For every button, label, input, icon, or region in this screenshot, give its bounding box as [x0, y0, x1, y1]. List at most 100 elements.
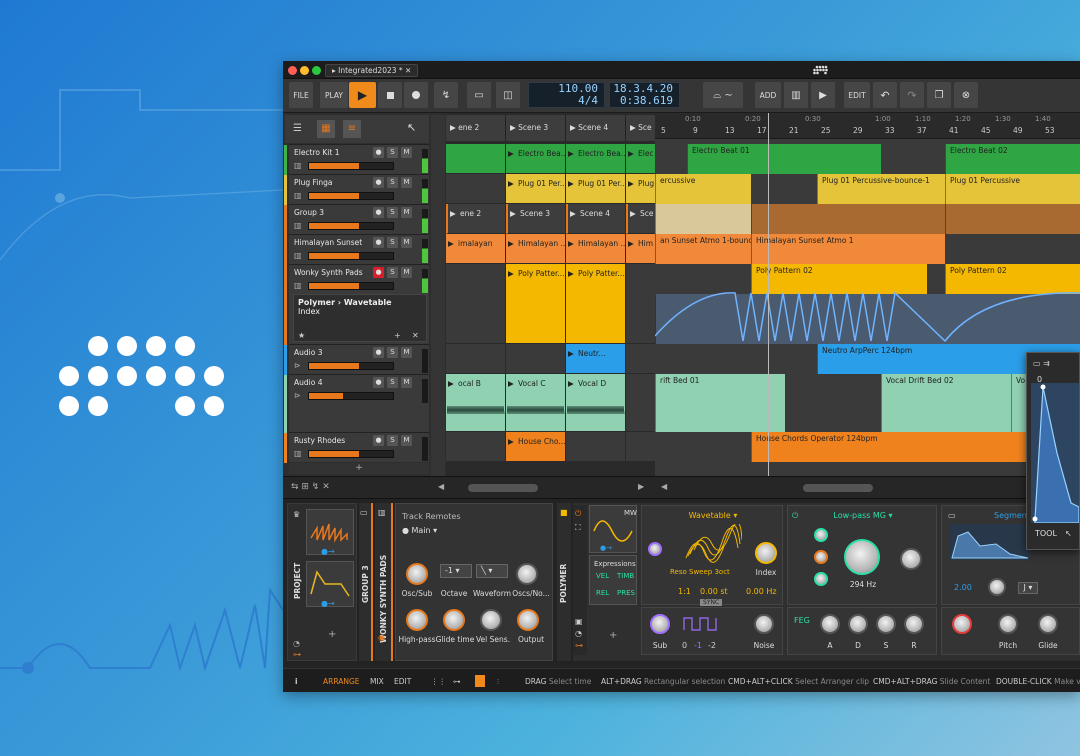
add-expression-icon[interactable]: +	[609, 630, 617, 641]
mute-button[interactable]: M	[401, 147, 412, 158]
empty-clip-slot[interactable]	[446, 264, 506, 344]
clip-slot[interactable]: ▶ Elec	[626, 144, 656, 174]
arrange-tab[interactable]: ARRANGE	[323, 677, 360, 686]
glide-knob[interactable]	[1038, 614, 1058, 634]
record-arm-button[interactable]: ●	[373, 207, 384, 218]
index-knob[interactable]	[755, 542, 777, 564]
clip-slot[interactable]: ▶ imalayan	[446, 234, 506, 264]
arranger-timeline[interactable]: Electro Beat 01 Electro Beat 02 ercussive P…	[655, 139, 1080, 476]
close-window-button[interactable]	[288, 66, 297, 75]
popup-star-icon[interactable]: ★	[298, 331, 305, 340]
zoom-window-button[interactable]	[312, 66, 321, 75]
track-header[interactable]: Group 3 ● S M ▥	[284, 204, 429, 235]
play-clip-button[interactable]: ▶	[811, 82, 835, 108]
clip-slot[interactable]: ▶ Him	[626, 234, 656, 264]
high-pass-knob[interactable]	[406, 609, 428, 631]
arranger-clip[interactable]: Electro Beat 02	[945, 144, 1080, 174]
mute-button[interactable]: M	[401, 435, 412, 446]
clip-slot[interactable]: ▶ Poly Patter...	[506, 264, 566, 344]
metronome-button[interactable]: ▭	[467, 82, 491, 108]
clip-slot[interactable]: ▶ Himalayan ...	[506, 234, 566, 264]
solo-button[interactable]: S	[387, 377, 398, 388]
popup-close-icon[interactable]: ✕	[412, 331, 419, 340]
semitone-value[interactable]: 0.00 st	[700, 587, 728, 596]
clip-slot[interactable]: ▶ Plug 01 Per...	[506, 174, 566, 204]
clip-slot[interactable]: ▶ Himalayan ...	[566, 234, 626, 264]
group-scene-slot[interactable]: ▶ Scene 3	[506, 204, 566, 234]
empty-clip-slot[interactable]	[446, 344, 506, 374]
automation-write-button[interactable]: ↯	[434, 82, 458, 108]
sub-value-2[interactable]: -2	[708, 641, 716, 650]
empty-clip-slot[interactable]	[506, 344, 566, 374]
launcher-scrollbar[interactable]	[468, 484, 538, 492]
scene-header[interactable]: ▶ ene 2	[446, 115, 506, 141]
sustain-knob[interactable]	[876, 614, 896, 634]
octave-select[interactable]: -1 ▾	[440, 564, 472, 578]
pitch-mod-knob[interactable]	[648, 542, 662, 556]
track-header[interactable]: Himalayan Sunset ● S M ▥	[284, 234, 429, 265]
pointer-tool-icon[interactable]: ↖	[407, 121, 416, 134]
empty-clip-slot[interactable]	[626, 344, 656, 374]
remotes-page-select[interactable]: ● Main ▾	[402, 526, 437, 535]
noise-knob[interactable]	[754, 614, 774, 634]
automation-lane[interactable]	[655, 291, 1080, 351]
group-scene-slot[interactable]: ▶ Scene 4	[566, 204, 626, 234]
add-modulator-icon[interactable]: +	[328, 629, 336, 640]
decay-knob[interactable]	[848, 614, 868, 634]
timeline-ruler[interactable]: 5 9 13 17 21 25 29 33 37 41 45 49 53 0:10 0:20 0:30 1:00…	[655, 113, 1080, 139]
track-name[interactable]: Plug Finga	[294, 178, 332, 187]
save-icon[interactable]: ▣	[575, 617, 583, 626]
arranger-clip[interactable]: Plug 01 Percussive	[945, 174, 1080, 204]
record-arm-button[interactable]: ●	[373, 435, 384, 446]
play-label-button[interactable]: PLAY	[320, 82, 348, 108]
wavetable-title[interactable]: Wavetable ▾	[642, 511, 784, 520]
volume-fader[interactable]	[308, 392, 394, 400]
floating-folder-icon[interactable]: ▭ ⇉	[1033, 359, 1050, 368]
record-button[interactable]	[404, 82, 428, 108]
track-header[interactable]: Audio 3 ● S M ⊳	[284, 344, 429, 375]
clip-slot[interactable]: ▶ Electro Bea...	[566, 144, 626, 174]
track-name[interactable]: Himalayan Sunset	[294, 238, 362, 247]
empty-clip-slot[interactable]	[446, 432, 506, 462]
volume-fader[interactable]	[308, 162, 394, 170]
playhead[interactable]	[768, 113, 769, 476]
resonance-knob[interactable]	[900, 548, 922, 570]
mixer-icon[interactable]: ⫶	[497, 677, 499, 687]
arranger-clip[interactable]: Plug 01 Percussive-bounce-1	[817, 174, 945, 204]
waveform-select[interactable]: ╲ ▾	[476, 564, 508, 578]
mute-button[interactable]: M	[401, 267, 412, 278]
record-arm-button[interactable]: ●	[373, 377, 384, 388]
empty-clip-slot[interactable]	[626, 374, 656, 432]
device-active-icon[interactable]: ■	[560, 508, 568, 517]
filter-mod-knob-3[interactable]	[814, 572, 828, 586]
arranger-clip[interactable]: Himalayan Sunset Atmo 1	[751, 234, 945, 264]
expressions-modulator[interactable]: Expressions VEL TIMB REL PRES	[589, 555, 637, 605]
record-arm-button[interactable]: ●	[373, 147, 384, 158]
arranger-clip[interactable]: Poly Pattern 02	[751, 264, 927, 294]
timeline-scrollbar[interactable]	[803, 484, 873, 492]
mute-button[interactable]: M	[401, 177, 412, 188]
scroll-left-icon[interactable]: ◀	[438, 482, 444, 491]
clip-slot[interactable]	[446, 144, 506, 174]
loop-button[interactable]: ⌓ ∼	[703, 82, 743, 108]
volume-fader[interactable]	[308, 450, 394, 458]
copy-button[interactable]: ❐	[927, 82, 951, 108]
empty-clip-slot[interactable]	[626, 432, 656, 462]
fullscreen-icon[interactable]: ⛶	[575, 523, 581, 533]
edit-tab[interactable]: EDIT	[394, 677, 411, 686]
track-header[interactable]: Audio 4 ● S M ⊳	[284, 374, 429, 433]
scroll-right-icon[interactable]: ▶	[638, 482, 644, 491]
group-scene-slot[interactable]: ▶ Sce	[626, 204, 656, 234]
clip-slot[interactable]: ▶ Poly Patter...	[566, 264, 626, 344]
sliders-icon[interactable]: ⋮⋮	[431, 677, 446, 686]
position-display[interactable]: 18.3.4.20 0:38.619	[609, 82, 680, 108]
mute-button[interactable]: M	[401, 207, 412, 218]
stop-button[interactable]	[378, 82, 402, 108]
arrows-icon[interactable]: ⇆ ⊞ ↯ ✕	[291, 482, 330, 492]
track-menu-icon[interactable]: ☰	[293, 123, 302, 134]
filter-type-select[interactable]: Low-pass MG ▾	[788, 511, 938, 520]
modulation-icon[interactable]: ⊶	[453, 677, 461, 686]
segments-value[interactable]: 2.00	[954, 583, 972, 592]
delete-button[interactable]: ⊗	[954, 82, 978, 108]
record-arm-button[interactable]: ●	[373, 237, 384, 248]
